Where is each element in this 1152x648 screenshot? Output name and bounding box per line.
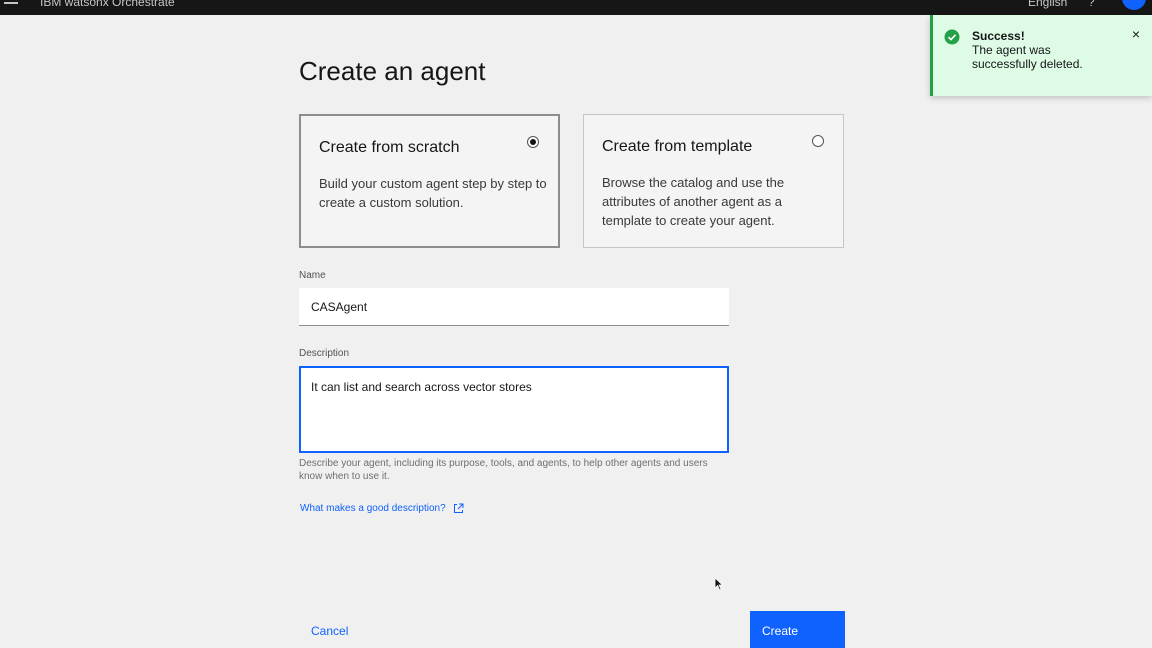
- checkmark-filled-icon: [944, 29, 960, 45]
- language-selector[interactable]: English: [1028, 0, 1067, 9]
- description-textarea[interactable]: It can list and search across vector sto…: [299, 366, 729, 453]
- name-label: Name: [299, 270, 326, 281]
- tile-description: Browse the catalog and use the attribute…: [602, 175, 785, 228]
- radio-selected-icon[interactable]: [527, 136, 539, 148]
- link-label: What makes a good description?: [300, 503, 446, 514]
- user-avatar[interactable]: [1122, 0, 1146, 10]
- toast-message: The agent was successfully deleted.: [972, 43, 1083, 71]
- tile-description: Build your custom agent step by step to …: [319, 176, 547, 210]
- description-helper-text: Describe your agent, including its purpo…: [299, 458, 708, 482]
- radio-unselected-icon[interactable]: [812, 135, 824, 147]
- create-button[interactable]: Create: [750, 611, 845, 648]
- page-title: Create an agent: [299, 56, 486, 86]
- create-from-template-tile[interactable]: Create from template Browse the catalog …: [583, 114, 844, 248]
- tile-title: Create from scratch: [319, 139, 460, 156]
- cancel-button[interactable]: Cancel: [299, 612, 399, 648]
- help-icon[interactable]: ?: [1088, 0, 1095, 9]
- name-input[interactable]: [299, 288, 729, 326]
- close-icon[interactable]: ×: [1132, 27, 1140, 41]
- description-label: Description: [299, 348, 350, 359]
- external-link-icon: [453, 503, 464, 513]
- hamburger-menu-icon[interactable]: [4, 0, 18, 4]
- create-from-scratch-tile[interactable]: Create from scratch Build your custom ag…: [299, 114, 560, 248]
- good-description-link[interactable]: What makes a good description?: [300, 503, 464, 514]
- toast-title: Success!: [972, 29, 1025, 43]
- success-toast: Success! The agent was successfully dele…: [930, 15, 1152, 96]
- tile-title: Create from template: [602, 138, 753, 155]
- top-header: IBM watsonx Orchestrate English ?: [0, 0, 1152, 15]
- app-brand[interactable]: IBM watsonx Orchestrate: [40, 0, 175, 9]
- mouse-pointer-icon: [714, 577, 724, 591]
